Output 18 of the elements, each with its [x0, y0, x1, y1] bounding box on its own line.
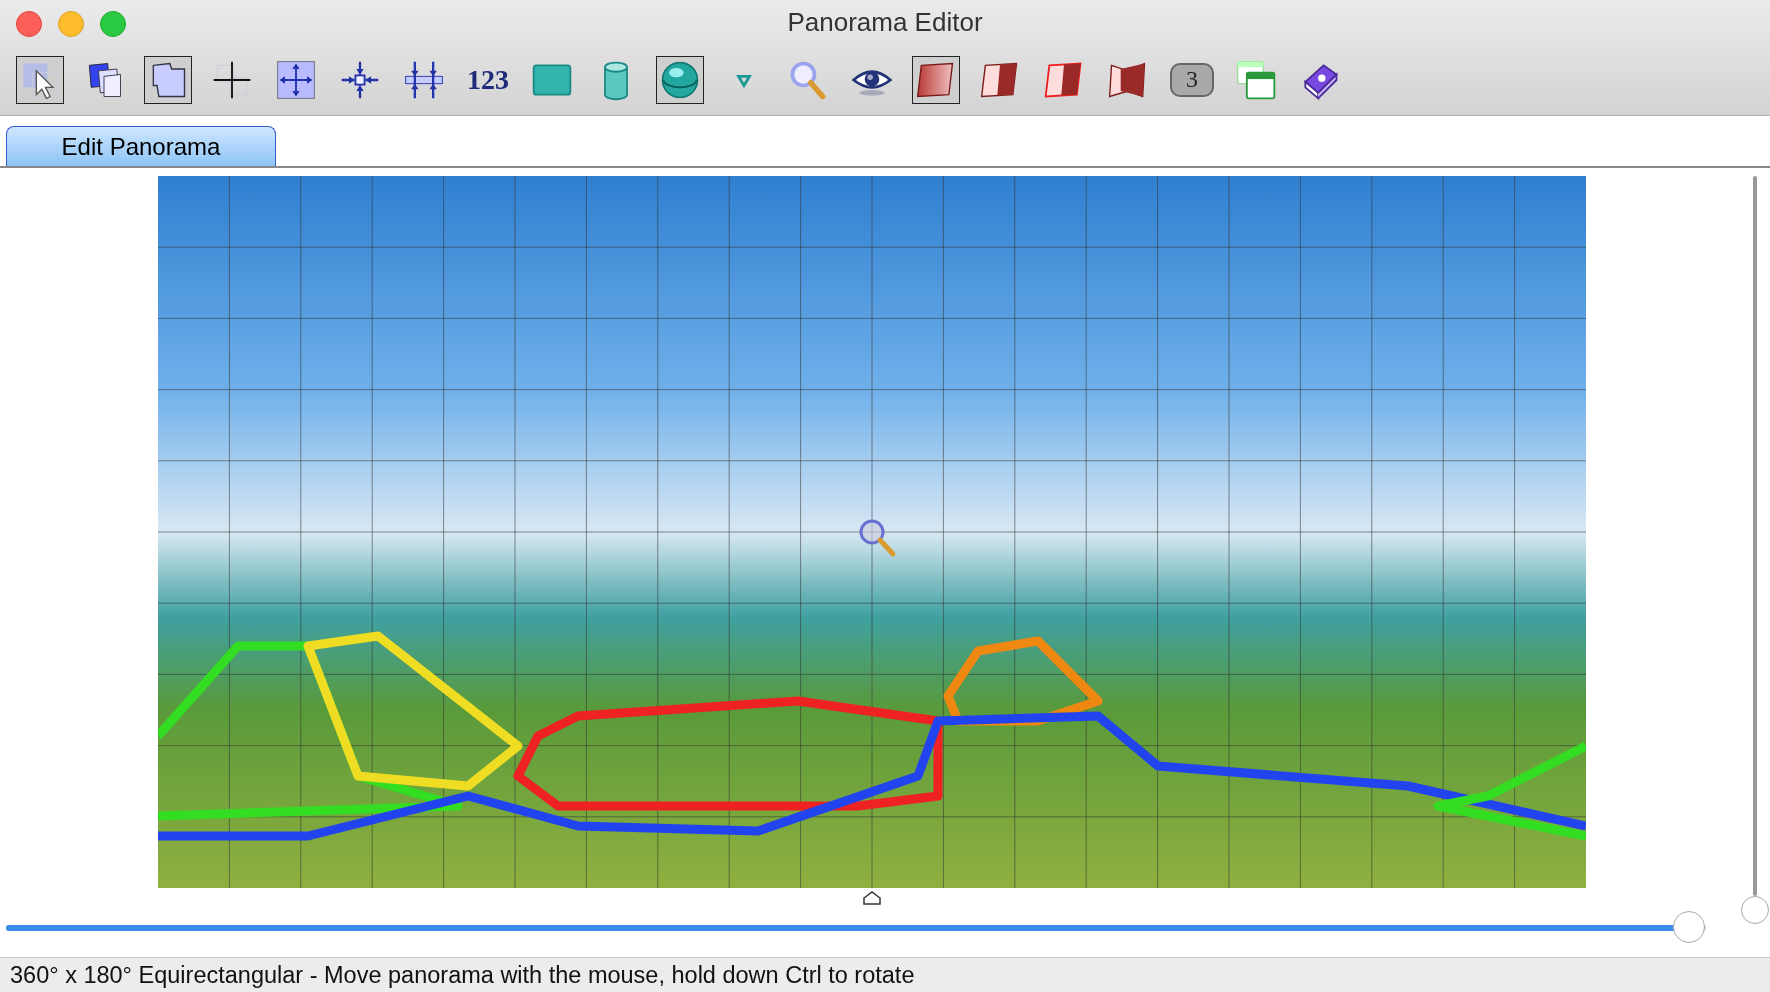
status-text: 360° x 180° Equirectangular - Move panorama with the mouse, hold down Ctrl to rotate [10, 961, 915, 989]
close-button[interactable] [16, 11, 42, 37]
zoom-button[interactable] [100, 11, 126, 37]
region-outline[interactable] [513, 696, 943, 811]
slider-thumb[interactable] [1673, 911, 1705, 943]
center-marker-icon[interactable] [862, 890, 882, 906]
skewed-quad-icon[interactable] [912, 55, 960, 104]
window-title: Panorama Editor [787, 6, 983, 38]
tab[interactable]: Edit Panorama [6, 126, 276, 166]
magnifier-cursor-icon [859, 519, 896, 557]
numbers-button[interactable]: 123 [464, 55, 512, 104]
vertical-slider[interactable] [1740, 176, 1770, 924]
region-outline[interactable] [1433, 742, 1586, 841]
region-outline[interactable] [158, 711, 1586, 841]
region-outline[interactable] [943, 636, 1103, 726]
count-button[interactable]: 3 [1170, 62, 1214, 97]
shape-icon[interactable] [144, 55, 192, 104]
slider-thumb[interactable] [1741, 896, 1769, 924]
